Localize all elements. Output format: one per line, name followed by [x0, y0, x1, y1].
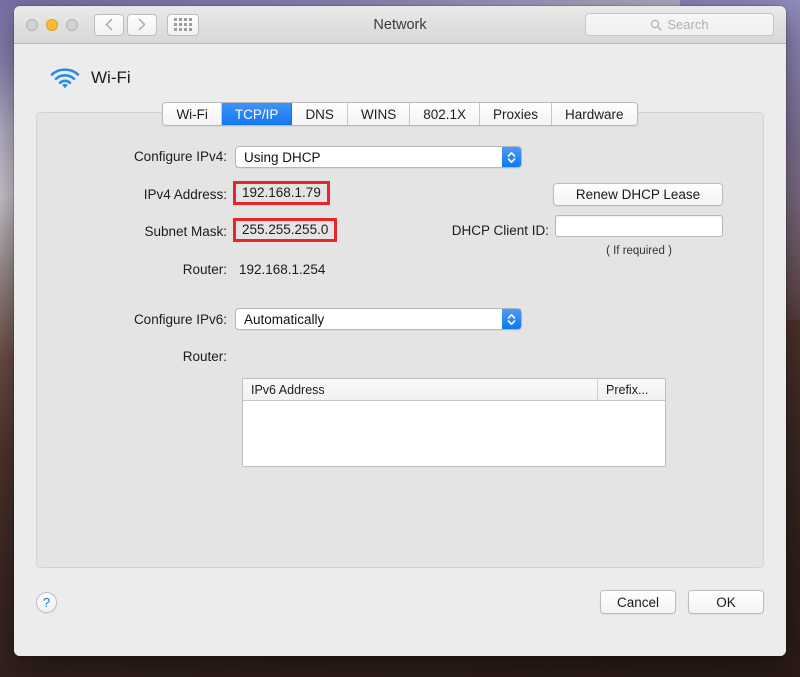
nav-buttons: [94, 13, 157, 36]
ipv4-address-label-row: IPv4 Address:: [37, 187, 227, 202]
configure-ipv4-label: Configure IPv4:: [133, 149, 227, 164]
show-all-button[interactable]: [167, 13, 199, 36]
ipv6-router-label: Router:: [182, 349, 227, 364]
chevron-updown-icon: [502, 147, 521, 167]
ipv4-router-value: 192.168.1.254: [239, 262, 326, 277]
configure-ipv6-select[interactable]: Automatically: [235, 308, 522, 330]
search-input[interactable]: Search: [585, 13, 774, 36]
subnet-mask-label: Subnet Mask:: [144, 224, 227, 239]
footer-actions: Cancel OK: [600, 590, 764, 614]
configure-ipv6-label-row: Configure IPv6:: [37, 312, 227, 327]
configure-ipv6-label: Configure IPv6:: [133, 312, 227, 327]
window-titlebar[interactable]: Network Search: [14, 6, 786, 44]
minimize-button[interactable]: [46, 18, 58, 31]
tabs: Wi-Fi TCP/IP DNS WINS 802.1X Proxies Har…: [162, 102, 638, 126]
tab-dns[interactable]: DNS: [292, 103, 348, 125]
subnet-mask-value: 255.255.255.0: [242, 222, 329, 237]
subnet-mask-label-row: Subnet Mask:: [37, 224, 227, 239]
preferences-content: Wi-Fi Wi-Fi TCP/IP DNS WINS 802.1X Proxi…: [14, 44, 786, 656]
ipv4-address-value: 192.168.1.79: [242, 185, 321, 200]
configure-ipv4-label-row: Configure IPv4:: [37, 149, 227, 164]
column-header-ipv6-address[interactable]: IPv6 Address: [243, 379, 597, 400]
ipv6-router-label-row: Router:: [37, 349, 227, 364]
configure-ipv4-value: Using DHCP: [244, 149, 321, 165]
grid-icon: [174, 18, 192, 31]
service-header: Wi-Fi: [36, 58, 764, 98]
chevron-updown-icon: [502, 309, 521, 329]
dhcp-client-id-label: DHCP Client ID:: [451, 223, 549, 238]
dhcp-client-id-hint: ( If required ): [606, 245, 672, 257]
wifi-icon: [50, 68, 80, 89]
dialog-footer: ? Cancel OK: [36, 582, 764, 622]
tab-tcpip[interactable]: TCP/IP: [221, 103, 293, 125]
search-icon: [651, 19, 663, 31]
tab-wins[interactable]: WINS: [347, 103, 411, 125]
tcpip-panel: Configure IPv4: Using DHCP IPv4 Address:…: [36, 112, 764, 568]
configure-ipv6-value: Automatically: [244, 311, 325, 327]
dhcp-client-id-label-row: DHCP Client ID:: [377, 223, 549, 238]
cancel-button[interactable]: Cancel: [600, 590, 676, 614]
configure-ipv4-select[interactable]: Using DHCP: [235, 146, 522, 168]
dhcp-client-id-input[interactable]: [555, 215, 723, 237]
close-button[interactable]: [26, 18, 38, 31]
search-placeholder: Search: [667, 17, 709, 32]
ipv4-router-value-row: 192.168.1.254: [239, 262, 325, 277]
column-header-prefix[interactable]: Prefix...: [597, 379, 665, 400]
forward-button[interactable]: [127, 13, 157, 36]
ipv4-address-highlight: 192.168.1.79: [233, 181, 330, 205]
ipv6-table-header: IPv6 Address Prefix...: [243, 379, 665, 401]
ipv4-router-label-row: Router:: [37, 262, 227, 277]
ipv4-router-label: Router:: [182, 262, 227, 277]
chevron-left-icon: [105, 18, 113, 31]
tab-wifi[interactable]: Wi-Fi: [163, 103, 222, 125]
zoom-button[interactable]: [66, 18, 78, 31]
renew-dhcp-lease-button[interactable]: Renew DHCP Lease: [553, 183, 723, 206]
chevron-right-icon: [138, 18, 146, 31]
ipv6-table-body[interactable]: [243, 401, 665, 466]
network-preferences-window: Network Search Wi-Fi Wi-Fi TCP/IP DNS WI…: [14, 6, 786, 656]
tab-8021x[interactable]: 802.1X: [410, 103, 480, 125]
tab-bar: Wi-Fi TCP/IP DNS WINS 802.1X Proxies Har…: [36, 102, 764, 126]
ok-button[interactable]: OK: [688, 590, 764, 614]
traffic-lights: [26, 18, 78, 31]
tab-hardware[interactable]: Hardware: [552, 103, 637, 125]
service-name: Wi-Fi: [91, 68, 131, 87]
ipv4-address-label: IPv4 Address:: [143, 187, 227, 202]
tab-proxies[interactable]: Proxies: [480, 103, 553, 125]
subnet-mask-highlight: 255.255.255.0: [233, 218, 338, 242]
help-button[interactable]: ?: [36, 591, 57, 613]
ipv6-address-table[interactable]: IPv6 Address Prefix...: [242, 378, 666, 467]
back-button[interactable]: [94, 13, 124, 36]
